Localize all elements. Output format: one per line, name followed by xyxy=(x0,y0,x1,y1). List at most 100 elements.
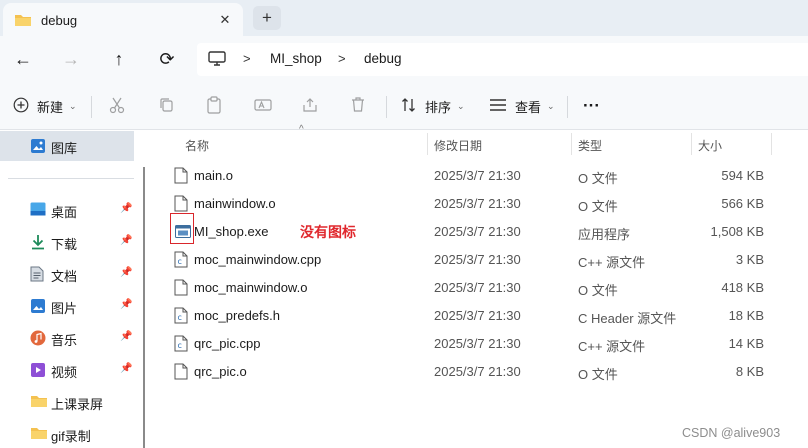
breadcrumb-debug[interactable]: debug xyxy=(364,51,402,66)
annotation-highlight-box xyxy=(170,213,194,244)
close-tab-button[interactable]: ✕ xyxy=(215,10,235,30)
view-list-icon xyxy=(489,98,507,115)
new-tab-button[interactable]: + xyxy=(253,6,281,30)
chevron-down-icon: ⌄ xyxy=(547,100,555,111)
forward-button[interactable]: → xyxy=(57,46,85,72)
file-size: 3 KB xyxy=(735,252,764,267)
pin-icon[interactable]: 📌 xyxy=(120,299,132,310)
rename-button[interactable] xyxy=(254,95,272,117)
command-bar: 新建 ⌄ 排序 ⌄ 查看 ⌄ ··· xyxy=(0,83,808,130)
breadcrumb-separator: > xyxy=(338,51,346,66)
new-button-label: 新建 xyxy=(37,99,64,115)
file-type: C++ 源文件 xyxy=(578,339,646,354)
sidebar-scrollbar[interactable] xyxy=(143,167,145,448)
chevron-down-icon: ⌄ xyxy=(457,100,465,111)
file-icon xyxy=(174,167,188,187)
file-size: 1,508 KB xyxy=(710,224,765,239)
file-row[interactable]: qrc_pic.o 2025/3/7 21:30 O 文件 8 KB xyxy=(150,357,770,385)
delete-button[interactable] xyxy=(350,95,366,117)
sidebar-item-pictures[interactable]: 图片 📌 xyxy=(0,291,140,321)
file-row[interactable]: moc_mainwindow.o 2025/3/7 21:30 O 文件 418… xyxy=(150,273,770,301)
annotation-text: 没有图标 xyxy=(300,224,356,240)
column-divider[interactable] xyxy=(571,133,572,155)
file-icon xyxy=(174,363,188,383)
copy-button[interactable] xyxy=(158,95,174,117)
sidebar-item-music[interactable]: 音乐 📌 xyxy=(0,323,140,353)
file-type: 应用程序 xyxy=(578,227,631,242)
sidebar-item-downloads[interactable]: 下载 📌 xyxy=(0,227,140,257)
sidebar-item-label: 视频 xyxy=(51,365,78,380)
sidebar-item-label: gif录制 xyxy=(51,429,91,444)
sidebar-item-label: 文档 xyxy=(51,269,78,284)
pin-icon[interactable]: 📌 xyxy=(120,331,132,342)
video-icon xyxy=(30,362,46,381)
file-type: O 文件 xyxy=(578,367,618,382)
file-type: O 文件 xyxy=(578,171,618,186)
sort-button[interactable]: 排序 ⌄ xyxy=(401,95,465,117)
file-name: mainwindow.o xyxy=(194,196,276,211)
sort-button-label: 排序 xyxy=(425,99,452,115)
column-divider[interactable] xyxy=(691,133,692,155)
file-name: moc_mainwindow.cpp xyxy=(194,252,322,267)
address-bar[interactable]: > MI_shop > debug xyxy=(197,43,808,76)
pin-icon[interactable]: 📌 xyxy=(120,235,132,246)
view-button[interactable]: 查看 ⌄ xyxy=(489,95,555,117)
divider xyxy=(567,96,568,118)
sidebar-item-videos[interactable]: 视频 📌 xyxy=(0,355,140,385)
file-row[interactable]: c qrc_pic.cpp 2025/3/7 21:30 C++ 源文件 14 … xyxy=(150,329,770,357)
chevron-down-icon: ⌄ xyxy=(69,100,77,111)
tab-debug[interactable]: debug ✕ xyxy=(3,3,243,36)
file-date: 2025/3/7 21:30 xyxy=(434,224,521,239)
tab-strip: debug ✕ + xyxy=(0,0,808,36)
file-type: C++ 源文件 xyxy=(578,255,646,270)
up-button[interactable]: ↑ xyxy=(105,46,133,72)
new-button[interactable]: 新建 ⌄ xyxy=(13,95,77,117)
file-row[interactable]: MI_shop.exe 2025/3/7 21:30 应用程序 1,508 KB xyxy=(150,217,770,245)
watermark: CSDN @alive903 xyxy=(682,426,781,440)
pin-icon[interactable]: 📌 xyxy=(120,267,132,278)
file-row[interactable]: c moc_predefs.h 2025/3/7 21:30 C Header … xyxy=(150,301,770,329)
divider xyxy=(386,96,387,118)
document-icon xyxy=(30,266,44,285)
file-date: 2025/3/7 21:30 xyxy=(434,252,521,267)
column-divider[interactable] xyxy=(427,133,428,155)
paste-button[interactable] xyxy=(206,95,222,117)
sidebar-item-documents[interactable]: 文档 📌 xyxy=(0,259,140,289)
divider xyxy=(91,96,92,118)
divider xyxy=(8,178,134,179)
file-size: 8 KB xyxy=(735,364,764,379)
rename-icon xyxy=(254,97,272,116)
scissors-icon xyxy=(109,96,125,117)
svg-text:c: c xyxy=(178,341,182,350)
navigation-pane: 图库 桌面 📌 下载 📌 文档 📌 图片 📌 音乐 📌 视频 📌 上课录屏 gi… xyxy=(0,130,145,448)
download-icon xyxy=(30,234,46,253)
file-size: 18 KB xyxy=(728,308,764,323)
file-date: 2025/3/7 21:30 xyxy=(434,196,521,211)
file-date: 2025/3/7 21:30 xyxy=(434,168,521,183)
view-button-label: 查看 xyxy=(515,99,542,115)
column-divider[interactable] xyxy=(771,133,772,155)
file-row[interactable]: mainwindow.o 2025/3/7 21:30 O 文件 566 KB xyxy=(150,189,770,217)
pin-icon[interactable]: 📌 xyxy=(120,363,132,374)
copy-icon xyxy=(158,97,174,116)
desktop-icon xyxy=(30,202,46,219)
sidebar-item-label: 桌面 xyxy=(51,205,78,220)
refresh-button[interactable]: ⟳ xyxy=(153,46,181,72)
file-row[interactable]: c moc_mainwindow.cpp 2025/3/7 21:30 C++ … xyxy=(150,245,770,273)
more-options-button[interactable]: ··· xyxy=(583,95,600,117)
file-row[interactable]: main.o 2025/3/7 21:30 O 文件 594 KB xyxy=(150,161,770,189)
sidebar-item-screen-recordings[interactable]: 上课录屏 xyxy=(0,387,140,417)
back-button[interactable]: ← xyxy=(9,46,37,72)
sidebar-item-gif-recordings[interactable]: gif录制 xyxy=(0,419,140,448)
share-button[interactable] xyxy=(302,95,318,117)
breadcrumb-mi-shop[interactable]: MI_shop xyxy=(270,51,322,66)
file-date: 2025/3/7 21:30 xyxy=(434,364,521,379)
file-date: 2025/3/7 21:30 xyxy=(434,280,521,295)
file-date: 2025/3/7 21:30 xyxy=(434,308,521,323)
cut-button[interactable] xyxy=(109,95,125,117)
share-icon xyxy=(302,97,318,116)
pin-icon[interactable]: 📌 xyxy=(120,203,132,214)
pictures-icon xyxy=(30,298,46,317)
sidebar-item-gallery[interactable]: 图库 xyxy=(0,131,134,161)
sidebar-item-desktop[interactable]: 桌面 📌 xyxy=(0,195,140,225)
